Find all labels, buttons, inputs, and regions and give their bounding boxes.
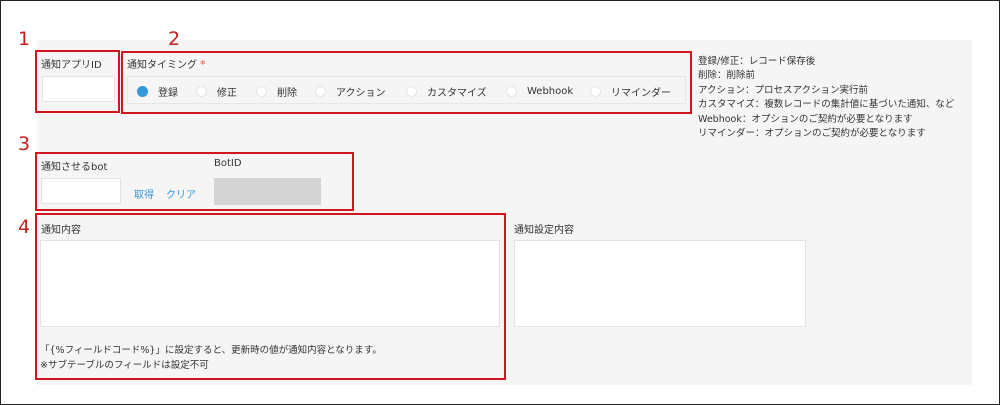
timing-note: カスタマイズ：複数レコードの集計値に基づいた通知、など: [698, 99, 955, 111]
timing-notes: 登録/修正：レコード保存後 削除：削除前 アクション：プロセスアクション実行前 …: [698, 55, 954, 141]
marker-1: 1: [18, 28, 31, 50]
highlight-box-4: [35, 213, 506, 380]
timing-note: アクション：プロセスアクション実行前: [698, 84, 869, 96]
marker-4: 4: [18, 216, 31, 238]
highlight-box-2: [121, 51, 692, 114]
marker-3: 3: [18, 133, 31, 155]
timing-note: 削除：削除前: [698, 70, 756, 82]
highlight-box-3: [35, 152, 354, 211]
highlight-box-1: [35, 50, 120, 113]
timing-note: リマインダー：オプションのご契約が必要となります: [698, 128, 926, 140]
settings-textarea[interactable]: [514, 240, 806, 327]
settings-label: 通知設定内容: [514, 225, 574, 236]
timing-note: Webhook：オプションのご契約が必要となります: [698, 113, 913, 125]
marker-2: 2: [168, 28, 181, 50]
timing-note: 登録/修正：レコード保存後: [698, 56, 816, 67]
